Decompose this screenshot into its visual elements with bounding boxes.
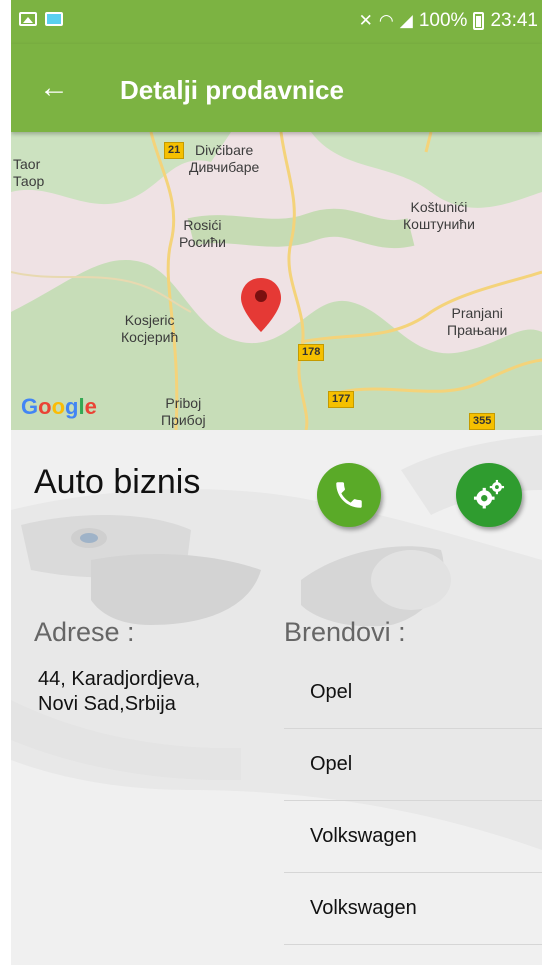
phone-icon bbox=[336, 482, 362, 508]
app-screen: ✕ ◠ ◢ 100% 23:41 ← Detalji prodavnice Ta… bbox=[11, 0, 542, 965]
message-notification-icon bbox=[45, 12, 63, 26]
address-label: Adrese : bbox=[34, 617, 135, 647]
signal-icon: ◢ bbox=[399, 11, 413, 30]
address-line: Novi Sad,Srbija bbox=[38, 693, 176, 715]
map-place-label: Kosjeric Косјерић bbox=[121, 312, 179, 345]
map-place-label: Rosići Росићи bbox=[179, 217, 226, 250]
road-number-badge: 355 bbox=[469, 413, 496, 430]
brand-list-item[interactable]: Opel bbox=[284, 729, 542, 801]
map-place-label: Koštunići Коштунићи bbox=[403, 199, 475, 232]
brand-list-item[interactable]: Opel bbox=[284, 657, 542, 729]
image-notification-icon bbox=[19, 12, 37, 26]
brand-list-item[interactable]: Volkswagen bbox=[284, 873, 542, 945]
google-logo: Google bbox=[21, 394, 97, 419]
brands-label: Brendovi : bbox=[284, 617, 406, 647]
map-place-label: Taor Таор bbox=[13, 156, 45, 189]
road-number-badge: 178 bbox=[298, 344, 325, 361]
address-text: 44, Karadjordjeva, Novi Sad,Srbija bbox=[38, 667, 268, 717]
settings-button[interactable] bbox=[456, 463, 522, 527]
battery-icon bbox=[473, 12, 485, 30]
road-number-badge: 177 bbox=[328, 391, 355, 408]
wifi-icon: ◠ bbox=[378, 11, 394, 30]
map-place-label: Pranjani Прањани bbox=[447, 305, 508, 338]
map-place-label: Priboj Прибој bbox=[161, 395, 206, 428]
status-bar: ✕ ◠ ◢ 100% 23:41 bbox=[11, 0, 542, 44]
mute-icon: ✕ bbox=[358, 11, 373, 30]
brands-list: Opel Opel Volkswagen Volkswagen bbox=[284, 657, 542, 945]
page-title: Detalji prodavnice bbox=[120, 75, 344, 105]
gears-icon bbox=[473, 479, 505, 509]
app-bar: ← Detalji prodavnice bbox=[11, 44, 542, 132]
back-arrow-icon[interactable]: ← bbox=[39, 68, 69, 108]
brand-list-item[interactable]: Volkswagen bbox=[284, 801, 542, 873]
map-terrain bbox=[11, 132, 542, 430]
road-number-badge: 21 bbox=[164, 142, 185, 159]
battery-percent: 100% bbox=[418, 10, 468, 31]
shop-details: Auto biznis Adrese: 44, Karadjordjeva, … bbox=[11, 430, 542, 965]
map-place-label: Divčibare Дивчибаре bbox=[189, 142, 260, 175]
address-line: 44, Karadjordjeva, bbox=[38, 668, 201, 690]
call-button[interactable] bbox=[317, 463, 381, 527]
shop-name: Auto biznis bbox=[34, 463, 201, 501]
clock: 23:41 bbox=[490, 10, 538, 31]
map-view[interactable]: Taor Таор Divčibare Дивчибаре Rosići Росићи… bbox=[11, 132, 542, 430]
